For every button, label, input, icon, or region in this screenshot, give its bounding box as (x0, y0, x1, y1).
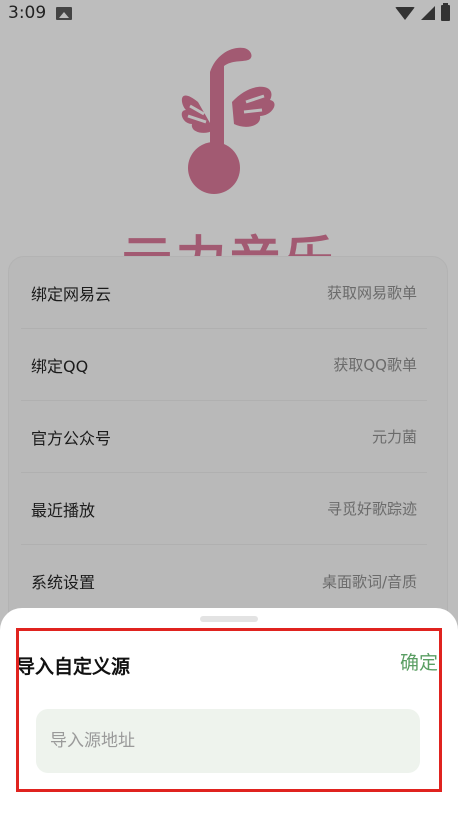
menu-item-label: 系统设置 (31, 573, 96, 592)
signal-icon (421, 6, 435, 20)
menu-item-bind-qq[interactable]: 绑定QQ 获取QQ歌单 (21, 329, 427, 401)
menu-item-official-account[interactable]: 官方公众号 元力菌 (21, 401, 427, 473)
status-bar: 3:09 (0, 0, 458, 26)
menu-item-label: 绑定网易云 (31, 284, 112, 304)
menu-item-value: 桌面歌词/音质 (321, 572, 417, 591)
music-note-wings-icon (181, 47, 275, 194)
menu-item-label: 最近播放 (31, 500, 96, 520)
sheet-drag-handle[interactable] (200, 616, 258, 622)
image-icon (56, 6, 73, 20)
confirm-button[interactable]: 确定 (400, 648, 438, 675)
menu-item-system-settings[interactable]: 系统设置 桌面歌词/音质 (21, 545, 427, 617)
status-icons (395, 3, 450, 21)
menu-item-recent-play[interactable]: 最近播放 寻觅好歌踪迹 (21, 473, 427, 545)
menu-item-value: 寻觅好歌踪迹 (326, 500, 417, 518)
status-time: 3:09 (8, 3, 47, 23)
battery-icon (441, 3, 450, 21)
sheet-title: 导入自定义源 (16, 656, 131, 678)
menu-item-label: 绑定QQ (31, 356, 89, 376)
source-url-input[interactable] (36, 709, 420, 773)
menu-item-value: 获取网易歌单 (326, 284, 417, 302)
menu-item-value: 元力菌 (371, 428, 417, 446)
menu-item-bind-netease[interactable]: 绑定网易云 获取网易歌单 (21, 257, 427, 329)
menu-item-value: 获取QQ歌单 (333, 356, 417, 374)
menu-item-label: 官方公众号 (31, 428, 112, 448)
app-logo: 元力音乐 (120, 44, 340, 289)
wifi-icon (395, 6, 415, 20)
